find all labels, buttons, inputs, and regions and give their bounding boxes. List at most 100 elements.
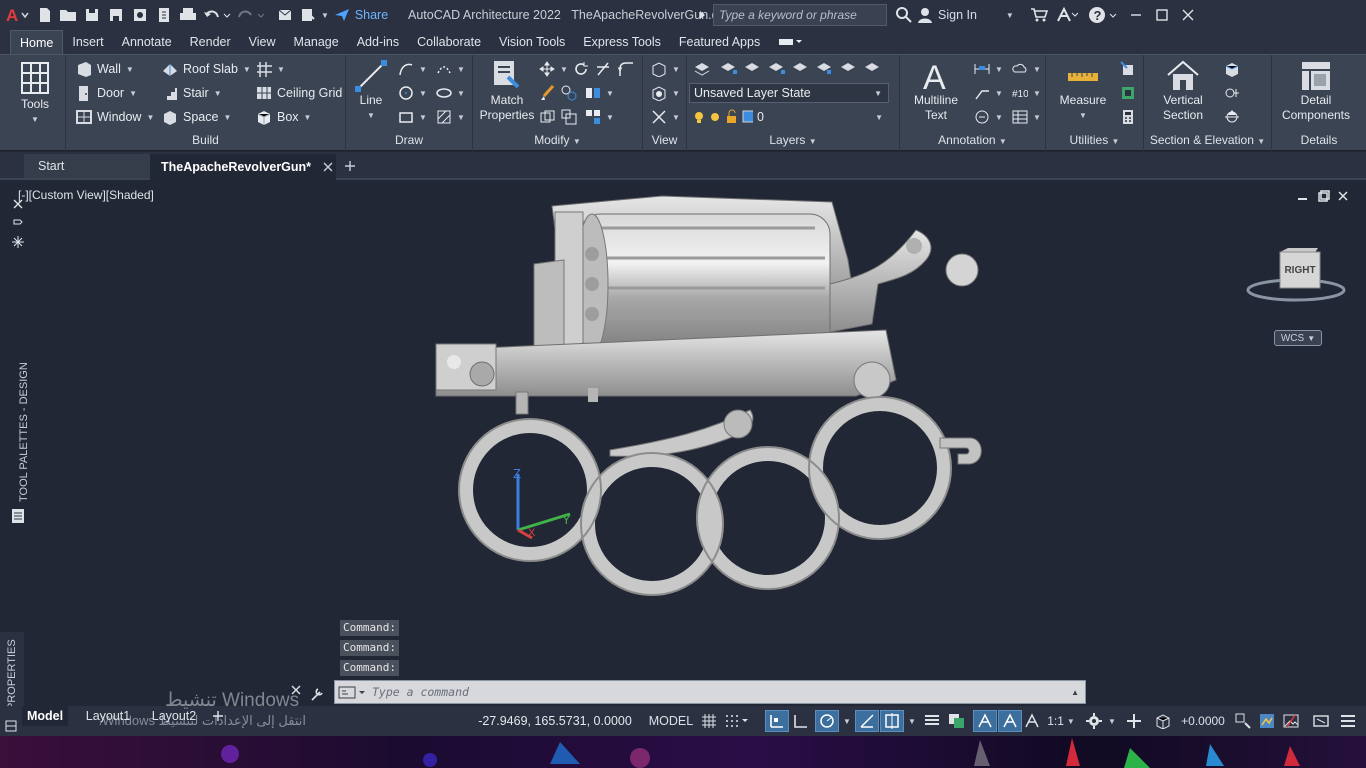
tab-express-tools[interactable]: Express Tools [574, 30, 670, 54]
layers-panel-title[interactable]: Layers ▼ [687, 133, 899, 149]
polar-tracking-icon[interactable] [815, 710, 839, 732]
door-button[interactable]: Door ▼ [76, 85, 137, 101]
detail-components-button[interactable]: Detail Components [1274, 59, 1358, 123]
select-similar-button[interactable] [1120, 85, 1136, 101]
elevation-offset[interactable]: +0.0000 [1178, 710, 1228, 732]
annotation-panel-title[interactable]: Annotation ▼ [900, 133, 1045, 149]
display-config-icon[interactable] [1232, 710, 1254, 732]
image-icon[interactable] [1280, 710, 1302, 732]
save-icon[interactable] [80, 2, 104, 28]
save-web-icon[interactable] [128, 2, 152, 28]
layer-tools-icons[interactable] [693, 61, 893, 77]
table-button[interactable]: ▼ [1012, 109, 1041, 125]
infer-constraints-icon[interactable] [765, 710, 789, 732]
tool-palettes-tab[interactable]: TOOL PALETTES - DESIGN [8, 362, 30, 502]
search-expand-icon[interactable] [698, 2, 708, 28]
properties-tab[interactable]: PROPERTIES [0, 632, 24, 712]
tab-annotate[interactable]: Annotate [113, 30, 181, 54]
ortho-mode-icon[interactable] [790, 710, 812, 732]
circle-button[interactable]: ▼ [398, 85, 427, 101]
viewport-controls-label[interactable]: [-][Custom View][Shaded] [18, 188, 154, 202]
customize-icon[interactable] [1336, 710, 1360, 732]
save-as-icon[interactable] [104, 2, 128, 28]
annotation-visibility-icon[interactable] [973, 710, 997, 732]
multiline-text-button[interactable]: A Multiline Text [906, 59, 966, 123]
hardware-accel-icon[interactable] [1256, 710, 1278, 732]
workspace-icon[interactable] [274, 2, 296, 28]
scale-selector[interactable]: 1:1 ▼ [1044, 710, 1078, 732]
rotate-button[interactable] [573, 61, 589, 77]
ribbon-minimize-button[interactable] [769, 30, 811, 54]
tab-manage[interactable]: Manage [285, 30, 348, 54]
revolver-3d-model[interactable] [430, 188, 1000, 618]
model-space-toggle[interactable]: MODEL [648, 710, 694, 732]
drawing-viewport[interactable]: TOOL PALETTES - DESIGN PROPERTIES [-][Cu… [0, 182, 1366, 712]
app-menu-button[interactable]: A [0, 2, 34, 28]
ellipse-button[interactable]: ▼ [436, 85, 465, 101]
move-button[interactable]: ▼ [539, 61, 568, 77]
arc-button[interactable]: ▼ [436, 61, 465, 77]
command-prompt-icon[interactable] [338, 684, 368, 700]
object-snap-tracking-icon[interactable] [880, 710, 904, 732]
osnap-dropdown-icon[interactable]: ▼ [905, 710, 919, 732]
ceiling-grid-button[interactable]: Ceiling Grid [256, 85, 342, 101]
search-box[interactable]: Type a keyword or phrase [713, 4, 887, 26]
tab-vision-tools[interactable]: Vision Tools [490, 30, 574, 54]
window-button[interactable]: Window ▼ [76, 109, 154, 125]
new-file-icon[interactable] [34, 2, 56, 28]
scale-button[interactable] [561, 109, 577, 125]
tab-home[interactable]: Home [10, 30, 64, 54]
copy-button[interactable] [561, 85, 577, 101]
command-history-toggle-icon[interactable]: ▲ [1071, 688, 1079, 697]
maximize-icon[interactable] [1149, 2, 1175, 28]
wall-button[interactable]: Wall ▼ [76, 61, 134, 77]
array-button[interactable]: ▼ [585, 109, 614, 125]
snap-mode-icon[interactable] [722, 710, 752, 732]
view-cube-button[interactable]: ▼ [651, 61, 680, 77]
layer-state-dropdown[interactable]: Unsaved Layer State ▼ [689, 83, 889, 103]
erase-button[interactable] [539, 85, 555, 101]
annotation-scale-icon[interactable] [1022, 710, 1042, 732]
coordinates-readout[interactable]: -27.9469, 165.5731, 0.0000 [466, 709, 644, 733]
measure-button[interactable]: Measure ▼ [1052, 59, 1114, 123]
modify-panel-title[interactable]: Modify ▼ [473, 133, 642, 149]
sign-in-button[interactable]: Sign In ▼ [917, 2, 1027, 28]
close-tab-icon[interactable] [323, 162, 333, 172]
isodraft-icon[interactable] [855, 710, 879, 732]
close-icon[interactable] [1175, 2, 1201, 28]
elevation-mark-button[interactable] [1224, 109, 1240, 125]
open-folder-icon[interactable] [56, 2, 80, 28]
command-input[interactable]: Type a command [372, 685, 469, 699]
stretch-button[interactable] [539, 109, 555, 125]
tag-button[interactable]: ▼ [974, 109, 1003, 125]
stair-button[interactable]: Stair ▼ [162, 85, 222, 101]
redo-button[interactable] [234, 2, 268, 28]
revision-cloud-button[interactable]: ▼ [1012, 61, 1041, 77]
tools-button[interactable]: Tools ▼ [10, 59, 60, 127]
match-properties-button[interactable]: Match Properties [477, 59, 537, 123]
space-button[interactable]: Space ▼ [162, 109, 231, 125]
cart-icon[interactable] [1027, 2, 1051, 28]
viewcube[interactable]: RIGHT [1244, 242, 1348, 306]
command-line[interactable]: Type a command ▲ [334, 680, 1086, 704]
grid-button[interactable]: ▼ [256, 61, 285, 77]
undo-button[interactable] [200, 2, 234, 28]
mirror-button[interactable]: ▼ [585, 85, 614, 101]
tab-featured-apps[interactable]: Featured Apps [670, 30, 769, 54]
fullscreen-icon[interactable] [1310, 710, 1332, 732]
tab-drawing-active[interactable]: TheApacheRevolverGun* [150, 154, 336, 180]
section-panel-title[interactable]: Section & Elevation ▼ [1144, 133, 1271, 149]
auto-scale-icon[interactable] [998, 710, 1022, 732]
transparency-icon[interactable] [946, 710, 968, 732]
utilities-panel-title[interactable]: Utilities ▼ [1046, 133, 1143, 149]
calculator-button[interactable] [1120, 109, 1136, 125]
print-icon[interactable] [176, 2, 200, 28]
tab-start[interactable]: Start [24, 154, 150, 178]
viewport-button[interactable]: ▼ [651, 109, 680, 125]
section-mark-button[interactable] [1224, 85, 1240, 101]
roof-slab-button[interactable]: Roof Slab ▼ [162, 61, 251, 77]
tab-render[interactable]: Render [181, 30, 240, 54]
leader-button[interactable]: ▼ [974, 85, 1003, 101]
tab-model[interactable]: Model [22, 706, 68, 726]
help-icon[interactable]: ? [1083, 2, 1123, 28]
